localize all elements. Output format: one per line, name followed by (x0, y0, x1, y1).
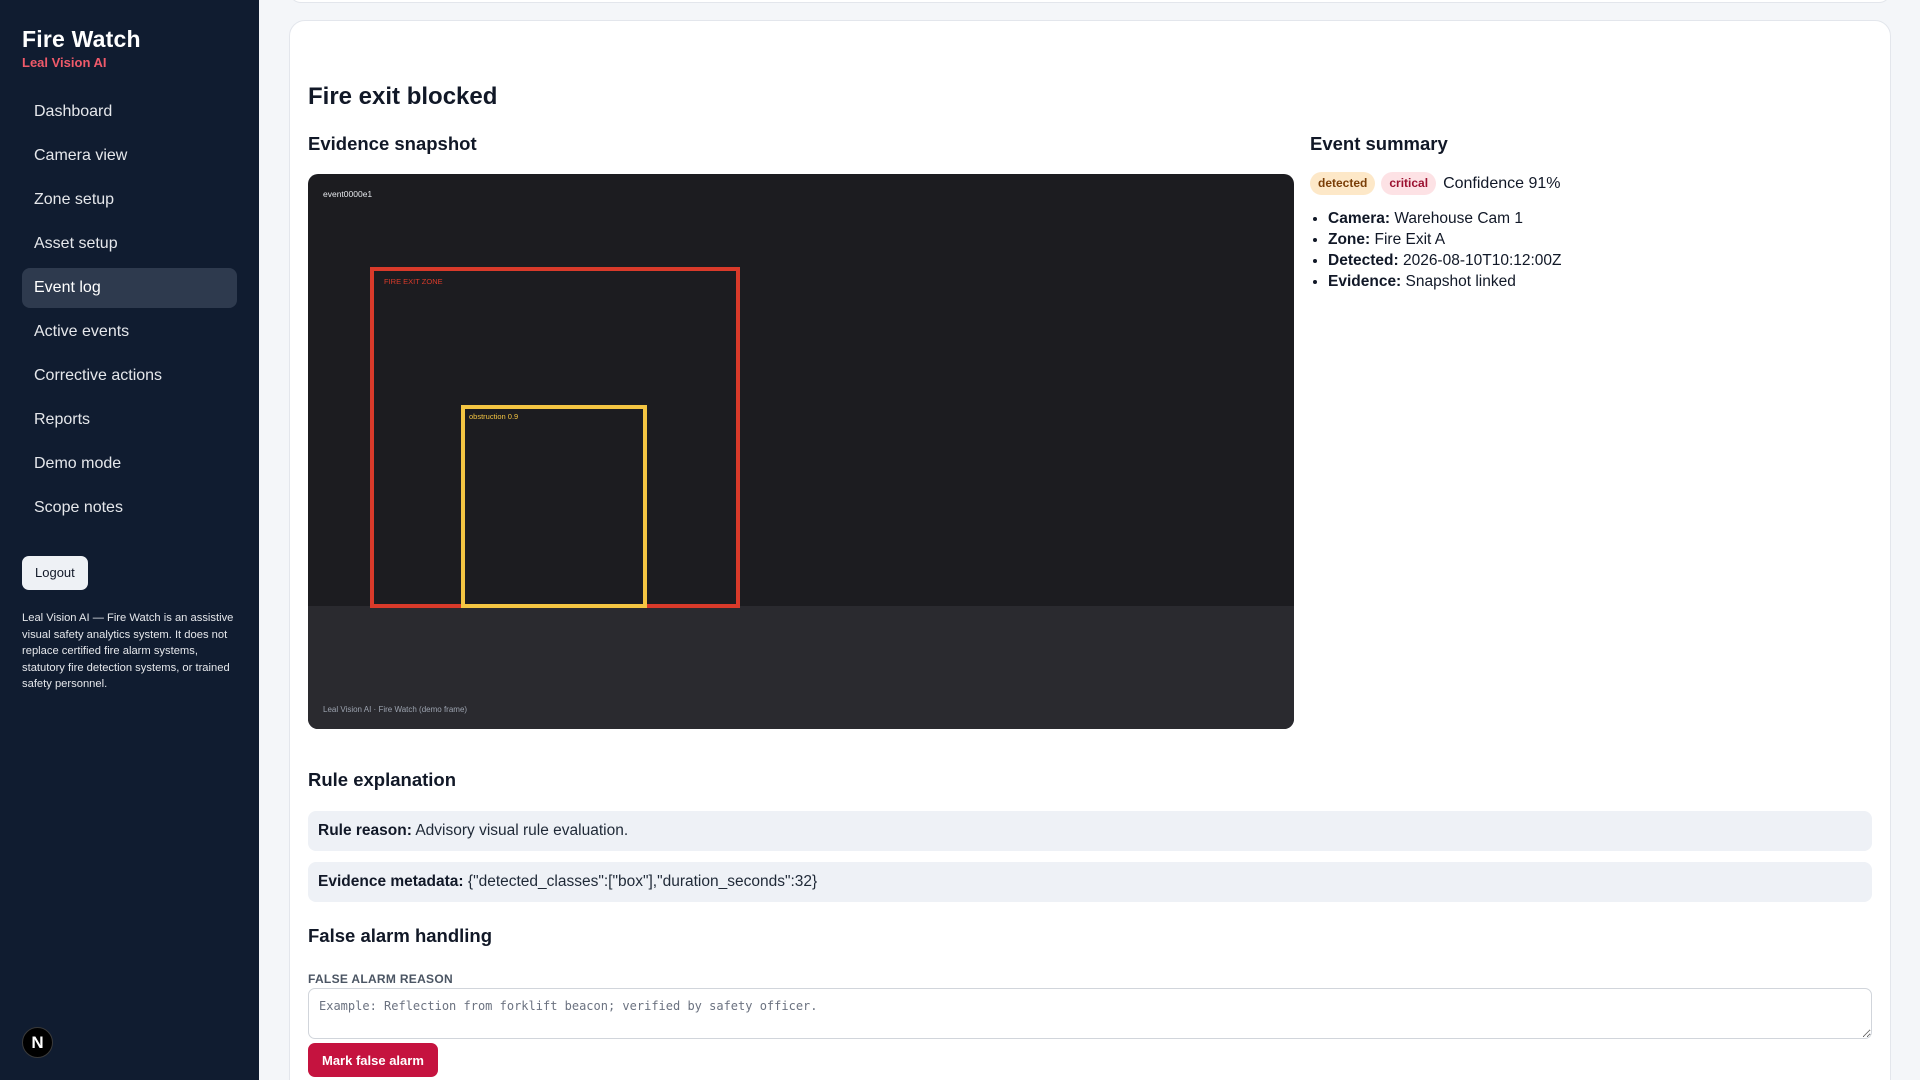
nav-item-reports[interactable]: Reports (22, 400, 237, 440)
sidebar-nav: Dashboard Camera view Zone setup Asset s… (22, 92, 237, 528)
next-logo-icon[interactable]: N (22, 1027, 53, 1058)
nav-item-demo-mode[interactable]: Demo mode (22, 444, 237, 484)
fact-zone-label: Zone: (1328, 231, 1371, 248)
app-title: Fire Watch (22, 26, 141, 52)
false-alarm-heading: False alarm handling (308, 925, 493, 946)
nav-item-corrective-actions[interactable]: Corrective actions (22, 356, 237, 396)
fact-detected-label: Detected: (1328, 252, 1399, 269)
nav-item-event-log[interactable]: Event log (22, 268, 237, 308)
nav-item-active-events[interactable]: Active events (22, 312, 237, 352)
evidence-metadata-row: Evidence metadata: {"detected_classes":[… (308, 862, 1872, 902)
fact-evidence-label: Evidence: (1328, 273, 1402, 290)
severity-badge: critical (1381, 172, 1437, 195)
fact-zone: Zone: Fire Exit A (1328, 229, 1870, 250)
page-title: Fire exit blocked (308, 83, 498, 110)
rule-reason-label: Rule reason: (318, 822, 412, 839)
fact-camera: Camera: Warehouse Cam 1 (1328, 208, 1870, 229)
evidence-heading: Evidence snapshot (308, 133, 477, 154)
snapshot-event-id: event0000e1 (323, 189, 373, 199)
confidence-text: Confidence 91% (1443, 174, 1561, 192)
evidence-metadata-value: {"detected_classes":["box"],"duration_se… (467, 873, 818, 890)
rule-reason-row: Rule reason: Advisory visual rule evalua… (308, 811, 1872, 851)
sidebar: Fire Watch Leal Vision AI Dashboard Came… (0, 0, 259, 1080)
nav-item-zone-setup[interactable]: Zone setup (22, 180, 237, 220)
fact-evidence: Evidence: Snapshot linked (1328, 271, 1870, 292)
summary-heading: Event summary (1310, 133, 1448, 154)
evidence-snapshot: event0000e1 FIRE EXIT ZONE obstruction 0… (308, 174, 1294, 729)
fact-detected-value: 2026-08-10T10:12:00Z (1402, 252, 1562, 269)
rule-reason-value: Advisory visual rule evaluation. (415, 822, 629, 839)
summary-facts: Camera: Warehouse Cam 1 Zone: Fire Exit … (1310, 208, 1870, 292)
disclaimer-text: Leal Vision AI — Fire Watch is an assist… (22, 612, 234, 691)
false-alarm-reason-input[interactable] (308, 988, 1872, 1039)
event-detail-card: Fire exit blocked Evidence snapshot even… (289, 20, 1891, 1080)
nav-item-dashboard[interactable]: Dashboard (22, 92, 237, 132)
fact-evidence-value: Snapshot linked (1405, 273, 1516, 290)
snapshot-footer: Leal Vision AI · Fire Watch (demo frame) (323, 705, 468, 714)
mark-false-alarm-button[interactable]: Mark false alarm (308, 1043, 438, 1077)
fact-camera-label: Camera: (1328, 210, 1391, 227)
event-summary: Event summary detected critical Confiden… (1310, 133, 1870, 292)
rule-heading: Rule explanation (308, 769, 457, 790)
obstruction-box-label: obstruction 0.9 (469, 412, 519, 421)
previous-card-edge (289, 0, 1891, 3)
zone-box-label: FIRE EXIT ZONE (384, 277, 443, 286)
summary-badges: detected critical Confidence 91% (1310, 172, 1870, 195)
app-subtitle: Leal Vision AI (22, 55, 107, 70)
status-badge: detected (1310, 172, 1376, 195)
nav-item-scope-notes[interactable]: Scope notes (22, 488, 237, 528)
fact-camera-value: Warehouse Cam 1 (1394, 210, 1523, 227)
obstruction-box: obstruction 0.9 (461, 405, 647, 608)
fact-zone-value: Fire Exit A (1374, 231, 1446, 248)
nav-item-asset-setup[interactable]: Asset setup (22, 224, 237, 264)
logout-button[interactable]: Logout (22, 556, 88, 590)
false-alarm-reason-label: FALSE ALARM REASON (308, 972, 453, 986)
evidence-metadata-label: Evidence metadata: (318, 873, 464, 890)
fact-detected: Detected: 2026-08-10T10:12:00Z (1328, 250, 1870, 271)
nav-item-camera-view[interactable]: Camera view (22, 136, 237, 176)
